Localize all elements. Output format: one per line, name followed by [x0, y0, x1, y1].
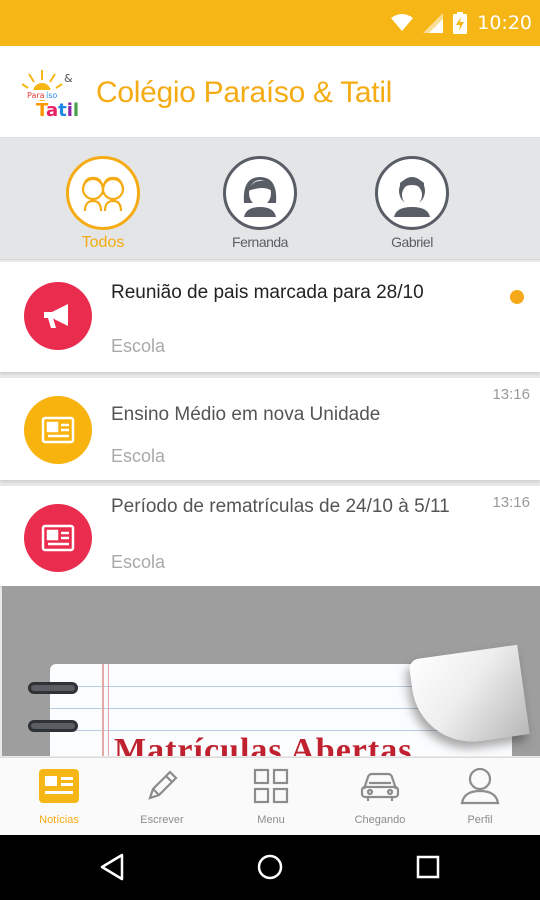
status-time: 10:20 [477, 12, 532, 34]
status-bar: 10:20 [0, 0, 540, 46]
binder-ring [28, 720, 78, 732]
banner-text: Matrículas Abertas [114, 732, 413, 756]
battery-charging-icon [453, 12, 468, 34]
system-nav-bar [0, 835, 540, 900]
filter-gabriel[interactable]: Gabriel [352, 156, 472, 250]
newspaper-icon [24, 504, 92, 572]
nav-label: Perfil [467, 814, 493, 826]
svg-text:íso: íso [46, 91, 57, 100]
news-card[interactable]: Período de rematrículas de 24/10 à 5/11 … [0, 486, 540, 586]
news-source: Escola [111, 446, 166, 466]
svg-text:&: & [64, 72, 73, 85]
news-icon [39, 769, 79, 803]
news-title: Período de rematrículas de 24/10 à 5/11 [111, 496, 450, 517]
newspaper-icon [24, 396, 92, 464]
group-icon [81, 176, 125, 212]
bottom-nav: Notícias Escrever Menu Chegando Perfil [0, 757, 540, 835]
news-card[interactable]: Ensino Médio em nova Unidade Escola 13:1… [0, 378, 540, 480]
megaphone-icon [24, 282, 92, 350]
boy-avatar-icon [394, 177, 430, 217]
enrollment-banner[interactable]: Matrículas Abertas [2, 586, 540, 756]
wifi-icon [391, 14, 414, 31]
back-button[interactable] [94, 849, 130, 885]
nav-chegando[interactable]: Chegando [330, 766, 430, 826]
unread-indicator [510, 290, 524, 304]
home-icon [257, 854, 283, 880]
news-time: 13:16 [492, 386, 530, 403]
filter-label: Todos [81, 234, 125, 251]
nav-noticias[interactable]: Notícias [9, 766, 109, 826]
filter-todos[interactable]: Todos [43, 156, 163, 252]
girl-avatar-icon [243, 177, 277, 217]
filter-label: Gabriel [391, 234, 433, 250]
news-title: Reunião de pais marcada para 28/10 [111, 282, 424, 303]
svg-text:Tatil: Tatil [36, 100, 79, 118]
nav-label: Menu [257, 814, 285, 826]
school-logo: Para íso & Tatil [22, 70, 79, 118]
car-icon [360, 772, 400, 801]
nav-label: Notícias [39, 814, 79, 826]
student-filter: Todos Fernanda Gabriel [0, 138, 540, 260]
news-card[interactable]: Reunião de pais marcada para 28/10 Escol… [0, 262, 540, 372]
home-button[interactable] [252, 849, 288, 885]
recents-button[interactable] [410, 849, 446, 885]
app-header: Para íso & Tatil Colégio Paraíso & Tatil [0, 46, 540, 138]
nav-label: Escrever [140, 814, 184, 826]
recents-icon [416, 855, 440, 879]
signal-icon [423, 13, 444, 33]
person-icon [460, 767, 500, 805]
nav-menu[interactable]: Menu [221, 766, 321, 826]
news-source: Escola [111, 552, 166, 572]
filter-label: Fernanda [232, 234, 288, 250]
filter-fernanda[interactable]: Fernanda [200, 156, 320, 250]
nav-escrever[interactable]: Escrever [112, 766, 212, 826]
news-title: Ensino Médio em nova Unidade [111, 404, 381, 425]
pencil-icon [148, 770, 178, 800]
back-icon [100, 853, 124, 881]
grid-icon [253, 768, 289, 804]
app-title: Colégio Paraíso & Tatil [96, 76, 393, 109]
binder-ring [28, 682, 78, 694]
news-source: Escola [111, 336, 166, 356]
news-time: 13:16 [492, 494, 530, 511]
nav-label: Chegando [354, 814, 406, 826]
svg-text:Para: Para [27, 91, 45, 100]
nav-perfil[interactable]: Perfil [430, 766, 530, 826]
